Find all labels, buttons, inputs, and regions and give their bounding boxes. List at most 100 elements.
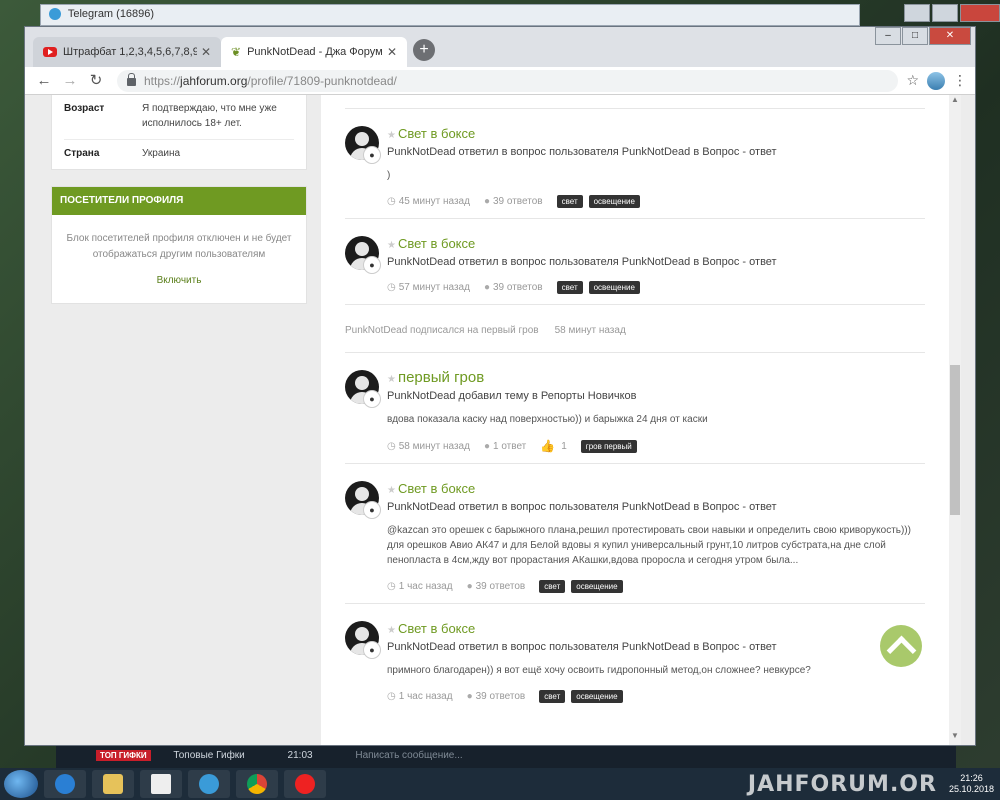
message-input[interactable]: Написать сообщение... [355, 750, 462, 761]
entry-title[interactable]: ★ Свет в боксе [387, 126, 925, 144]
profile-visitors-card: ПОСЕТИТЕЛИ ПРОФИЛЯ Блок посетителей проф… [51, 186, 307, 304]
entry-excerpt: примного благодарен)) я вот ещё хочу осв… [387, 665, 811, 676]
taskbar-ie[interactable] [44, 770, 86, 798]
tag[interactable]: освещение [588, 195, 640, 208]
entry-likes[interactable]: 👍 1 [540, 439, 567, 453]
entry-time[interactable]: ◷ 58 минут назад [387, 441, 470, 452]
tag[interactable]: свет [556, 281, 583, 294]
entry-title[interactable]: ★ Свет в боксе [387, 481, 925, 499]
visitors-body: Блок посетителей профиля отключен и не б… [52, 215, 306, 303]
feed-entry: ● ★ первый гров PunkNotDead добавил тему … [345, 370, 925, 453]
channel-title[interactable]: Топовые Гифки [173, 750, 244, 761]
field-label: Страна [64, 148, 100, 159]
windows-taskbar: JAHFORUM.OR 21:26 25.10.2018 [0, 768, 1000, 800]
telegram-icon [199, 774, 219, 794]
close-tab-icon[interactable]: ✕ [387, 45, 397, 59]
entry-stats: ◷ 58 минут назад ● 1 ответ 👍 1 гров первый [387, 439, 925, 453]
tag[interactable]: освещение [571, 690, 623, 703]
tag[interactable]: свет [539, 690, 566, 703]
star-icon[interactable]: ★ [387, 374, 396, 385]
entry-replies: ● 39 ответов [483, 196, 543, 207]
activity-feed-panel: ● ★ Свет в боксе PunkNotDead ответил в во… [321, 95, 961, 745]
leaf-icon: ❦ [231, 45, 242, 59]
ie-icon [55, 774, 75, 794]
entry-time[interactable]: ◷ 1 час назад [387, 691, 453, 702]
back-button[interactable]: ← [33, 70, 55, 92]
entry-title[interactable]: ★ первый гров [387, 370, 925, 388]
scroll-down-icon[interactable]: ▼ [949, 731, 961, 745]
activity-item: PunkNotDead подписался на первый гров 58 … [345, 325, 925, 336]
tag[interactable]: свет [539, 580, 566, 593]
reload-button[interactable]: ↻ [85, 70, 107, 92]
background-telegram-window[interactable]: Telegram (16896) [40, 4, 860, 26]
back-to-top-button[interactable] [880, 625, 922, 667]
close-icon[interactable] [960, 4, 1000, 22]
taskbar-telegram[interactable] [188, 770, 230, 798]
new-tab-button[interactable]: + [413, 39, 435, 61]
opera-icon [295, 774, 315, 794]
entry-time[interactable]: ◷ 1 час назад [387, 581, 453, 592]
maximize-icon[interactable]: □ [902, 27, 928, 45]
address-bar[interactable]: https://jahforum.org/profile/71809-punkn… [117, 69, 899, 92]
clock-icon: ◷ [387, 282, 396, 293]
minimize-icon[interactable] [904, 4, 930, 22]
tag[interactable]: свет [556, 195, 583, 208]
clock-date: 25.10.2018 [948, 784, 994, 794]
minimize-icon[interactable]: – [875, 27, 901, 45]
scroll-up-icon[interactable]: ▲ [949, 95, 961, 109]
entry-excerpt: ) [387, 170, 391, 181]
field-country: Страна Украина [64, 140, 294, 169]
window-controls: – □ ✕ [874, 27, 971, 45]
tag[interactable]: освещение [588, 281, 640, 294]
lock-icon[interactable] [127, 72, 136, 86]
enable-visitors-link[interactable]: Включить [62, 273, 296, 289]
comment-icon: ● [483, 196, 490, 207]
tab-jahforum[interactable]: ❦ PunkNotDead - Джа Форум ✕ [221, 37, 407, 67]
star-icon[interactable]: ★ [387, 130, 396, 141]
entry-title[interactable]: ★ Свет в боксе [387, 236, 925, 254]
comment-badge-icon: ● [363, 146, 381, 164]
profile-avatar[interactable] [927, 71, 945, 90]
entry-replies: ● 1 ответ [483, 440, 527, 452]
star-icon[interactable]: ★ [387, 240, 396, 251]
entry-title[interactable]: ★ Свет в боксе [387, 621, 925, 639]
comment-icon: ● [466, 581, 473, 592]
start-button[interactable] [4, 770, 38, 798]
entry-meta: PunkNotDead ответил в вопрос пользовател… [387, 256, 777, 268]
folder-icon [103, 774, 123, 794]
forward-button[interactable]: → [59, 70, 81, 92]
tag[interactable]: освещение [571, 580, 623, 593]
page-scrollbar[interactable]: ▲ ▼ [949, 95, 961, 745]
system-tray: JAHFORUM.OR 21:26 25.10.2018 [748, 768, 994, 800]
entry-excerpt: вдова показала каску над поверхностью)) … [387, 414, 708, 425]
telegram-window-title: Telegram (16896) [67, 8, 155, 20]
divider [345, 463, 925, 464]
bookmark-star-icon[interactable]: ☆ [906, 72, 919, 89]
star-icon[interactable]: ★ [387, 485, 396, 496]
field-age: Возраст Я подтверждаю, что мне уже испол… [64, 95, 294, 140]
jahforum-watermark: JAHFORUM.OR [747, 771, 937, 797]
entry-time[interactable]: ◷ 57 минут назад [387, 282, 470, 293]
entry-stats: ◷ 45 минут назад ● 39 ответов свет освещен… [387, 195, 925, 208]
entry-stats: ◷ 1 час назад ● 39 ответов свет освещение [387, 580, 925, 593]
divider [345, 603, 925, 604]
close-icon[interactable]: ✕ [929, 27, 971, 45]
tab-youtube[interactable]: Штрафбат 1,2,3,4,5,6,7,8,9,10... ✕ [33, 37, 221, 67]
activity-time[interactable]: 58 минут назад [555, 325, 626, 336]
star-icon[interactable]: ★ [387, 625, 396, 636]
clock-icon: ◷ [387, 581, 396, 592]
entry-time[interactable]: ◷ 45 минут назад [387, 196, 470, 207]
tag[interactable]: гров первый [580, 439, 637, 453]
maximize-icon[interactable] [932, 4, 958, 22]
telegram-peek-bar: ТОП ГИФКИ Топовые Гифки 21:03 Написать с… [56, 746, 956, 768]
taskbar-opera[interactable] [284, 770, 326, 798]
system-clock[interactable]: 21:26 25.10.2018 [949, 773, 994, 795]
activity-text[interactable]: PunkNotDead подписался на первый гров [345, 325, 539, 336]
taskbar-explorer[interactable] [92, 770, 134, 798]
close-tab-icon[interactable]: ✕ [201, 45, 211, 59]
taskbar-chrome[interactable] [236, 770, 278, 798]
clock-icon: ◷ [387, 196, 396, 207]
taskbar-solitaire[interactable] [140, 770, 182, 798]
scrollbar-thumb[interactable] [950, 365, 960, 515]
browser-menu-icon[interactable]: ⋮ [953, 72, 967, 89]
